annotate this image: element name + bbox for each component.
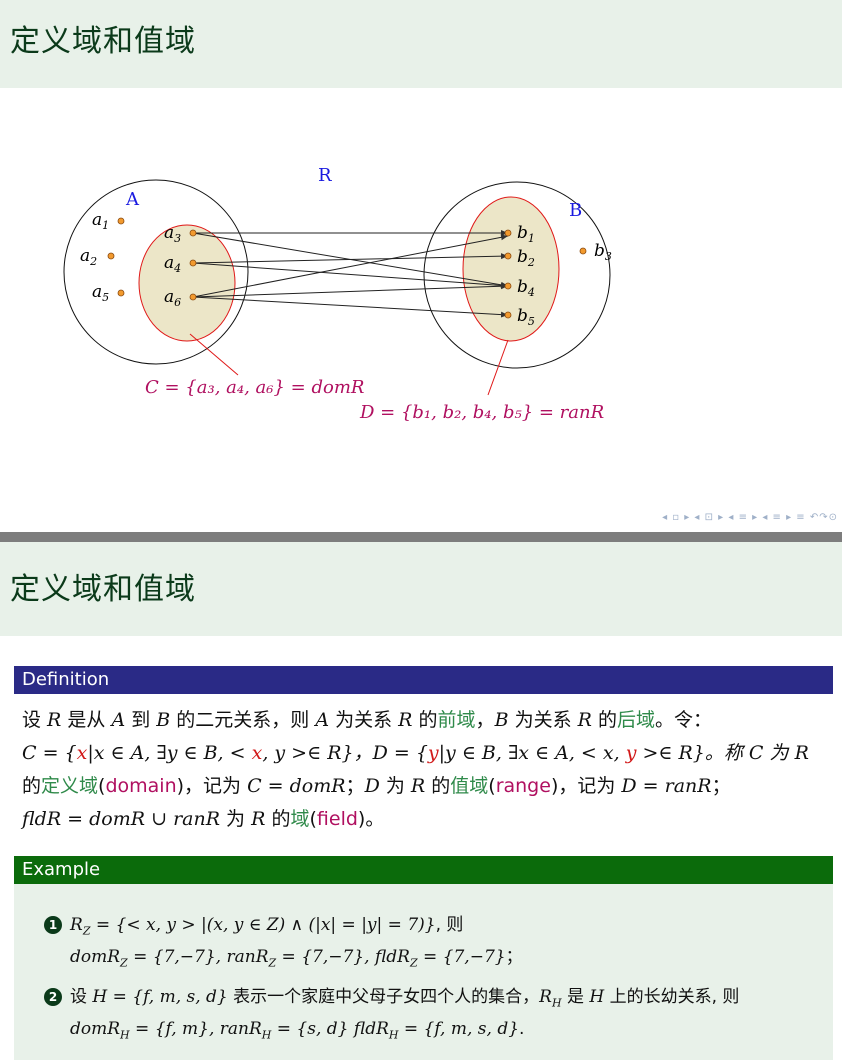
point-a6 [189,293,197,301]
example-2-line-1: 2设 H = {f, m, s, d} 表示一个家庭中父母子女四个人的集合，RH… [44,982,739,1018]
a-outer-points: a1 a2 a5 [80,210,125,304]
beamer-nav-controls[interactable]: ◂ ▫ ▸ ◂ ⊡ ▸ ◂ ≡ ▸ ◂ ≡ ▸ ≡ ↶↷⊙ [662,512,838,523]
definition-line-4: fldR = domR ∪ ranR 为 R 的域(field)。 [22,808,385,830]
label-a2: a2 [80,246,97,268]
term-houyu: 后域 [616,709,655,731]
range-ellipse [462,196,560,342]
definition-header: Definition [14,666,833,694]
point-b4 [504,282,512,290]
point-b3 [579,247,587,255]
point-a2 [107,252,115,260]
point-a5 [117,289,125,297]
example-1-line-2: domRZ = {7,−7}, ranRZ = {7,−7}, fldRZ = … [70,947,523,970]
point-a1 [117,217,125,225]
definition-line-2: C = {x|x ∈ A, ∃y ∈ B, < x, y >∈ R}，D = {… [22,742,809,764]
relation-label: R [318,165,332,186]
set-a-label: A [125,189,140,210]
edges [192,230,509,318]
slide-2: 定义域和值域 Definition 设 R 是从 A 到 B 的二元关系，则 A… [0,542,842,1060]
slide-1: 定义域和值域 A B R a1 a2 a5 a3 a4 a6 b1 b2 b4 … [0,0,842,532]
slide-separator [0,532,842,542]
example-2-line-2: domRH = {f, m}, ranRH = {s, d} fldRH = {… [70,1019,525,1042]
definition-line-1: 设 R 是从 A 到 B 的二元关系，则 A 为关系 R 的前域，B 为关系 R… [22,709,713,731]
edge-a4-b2 [192,253,509,264]
term-dingyiyu: 定义域 [41,775,99,797]
definition-line-3: 的定义域(domain)，记为 C = domR；D 为 R 的值域(range… [22,775,731,797]
label-b3: b3 [594,241,612,263]
point-b2 [504,252,512,260]
definition-body: 设 R 是从 A 到 B 的二元关系，则 A 为关系 R 的前域，B 为关系 R… [14,694,833,844]
slide-title: 定义域和值域 [10,572,196,607]
label-a5: a5 [92,282,109,304]
edge-a6-b5 [192,296,509,318]
term-zhiyu: 值域 [450,775,489,797]
relation-diagram: A B R a1 a2 a5 a3 a4 a6 b1 b2 b4 b5 b3 C… [63,165,612,423]
title-bar: 定义域和值域 [0,542,842,636]
set-b-label: B [569,200,582,221]
point-a4 [189,259,197,267]
example-2-number: 2 [44,988,62,1006]
term-qianyu: 前域 [437,709,476,731]
example-1-number: 1 [44,916,62,934]
range-formula: D = {b₁, b₂, b₄, b₅} = ranR [359,402,604,423]
point-b1 [504,229,512,237]
example-body: 1 RZ = {< x, y > |(x, y ∈ Z) ∧ (|x| = |y|… [14,884,833,1060]
domain-ellipse [138,224,236,342]
example-1-line-1: 1 RZ = {< x, y > |(x, y ∈ Z) ∧ (|x| = |y|… [44,910,463,946]
example-header: Example [14,856,833,884]
label-a1: a1 [92,210,109,232]
term-yu: 域 [290,808,310,830]
domain-formula: C = {a₃, a₄, a₆} = domR [145,377,364,398]
point-a3 [189,229,197,237]
point-b5 [504,311,512,319]
